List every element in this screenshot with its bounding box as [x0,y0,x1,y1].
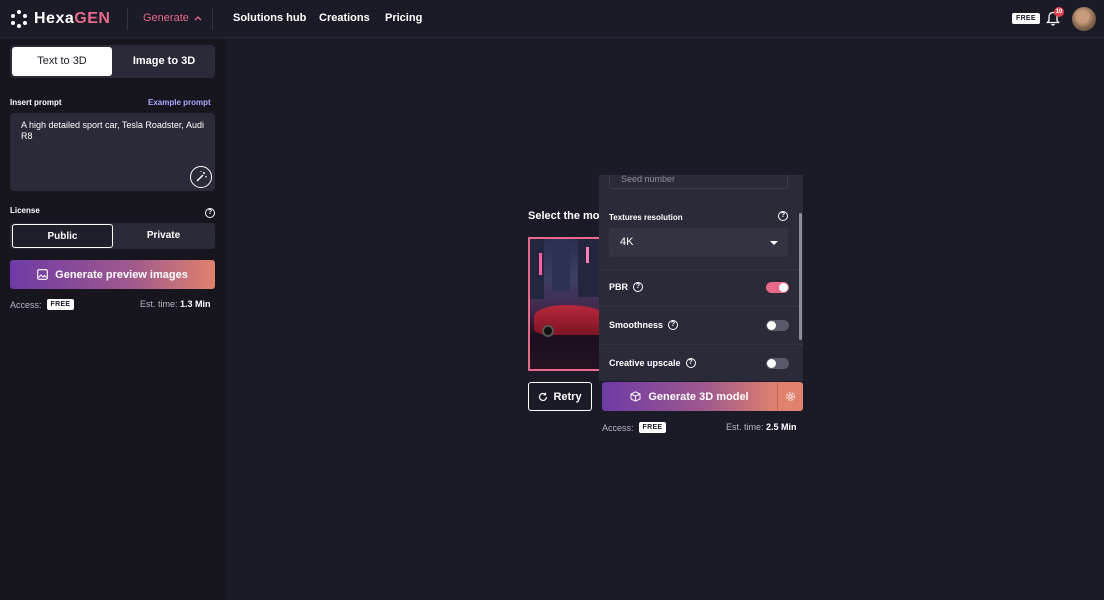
logo-wordmark-main: Hexa [34,10,75,27]
tab-image-to-3d[interactable]: Image to 3D [114,47,214,76]
model-estimated-time: Est. time: 2.5 Min [726,422,797,432]
est-value: 1.3 Min [180,299,211,309]
generation-settings-panel: Seed number Textures resolution ? 4K PBR… [599,175,803,381]
access-info: Access: FREE [10,299,75,310]
preview-image[interactable] [528,237,604,371]
generate-3d-model-button[interactable]: Generate 3D model [602,382,777,411]
pbr-label-group: PBR ? [609,282,644,292]
help-icon[interactable]: ? [633,282,644,292]
tab-text-to-3d[interactable]: Text to 3D [12,47,112,76]
sidebar-panel: Text to 3D Image to 3D Insert prompt Exa… [0,39,226,600]
help-icon[interactable]: ? [685,358,696,368]
generate-3d-label: Generate 3D model [648,390,749,403]
license-toggle: Public Private [10,223,215,249]
nav-generate-label: Generate [143,12,189,24]
est-label: Est. time: [140,299,178,309]
divider [599,344,803,345]
select-model-title: Select the mo [528,210,600,222]
model-access-badge: FREE [638,422,667,433]
estimated-time: Est. time: 1.3 Min [140,299,211,309]
image-detail [552,239,570,291]
magic-wand-button[interactable] [190,166,212,188]
help-icon[interactable]: ? [668,320,679,330]
nav-creations[interactable]: Creations [319,12,370,24]
prompt-label: Insert prompt [10,98,62,107]
generation-settings-button[interactable] [777,382,803,411]
creative-upscale-setting: Creative upscale ? [609,357,789,371]
retry-label: Retry [553,390,582,403]
toggle-knob [767,359,776,368]
model-est-label: Est. time: [726,422,764,432]
hexagen-logo[interactable]: Hexa GEN [10,9,110,29]
magic-wand-icon [196,171,207,182]
model-access-info: Access: FREE [602,422,667,433]
divider [599,269,803,270]
retry-button[interactable]: Retry [528,382,592,411]
logo-wordmark: Hexa GEN [34,10,110,28]
prompt-textarea[interactable]: A high detailed sport car, Tesla Roadste… [10,113,215,191]
nav-generate-menu[interactable]: Generate [143,12,202,24]
help-icon[interactable]: ? [778,211,788,221]
nav-pricing[interactable]: Pricing [385,12,422,24]
generate-preview-button[interactable]: Generate preview images [10,260,215,289]
nav-divider [212,8,213,30]
creative-upscale-label: Creative upscale [609,358,681,368]
example-prompt-link[interactable]: Example prompt [148,98,211,107]
nav-solutions-hub[interactable]: Solutions hub [233,12,306,24]
access-badge: FREE [46,299,75,310]
pbr-toggle[interactable] [766,282,789,293]
pbr-setting: PBR ? [609,281,789,295]
model-access-label: Access: [602,422,634,433]
gear-icon [786,392,795,401]
textures-resolution-value: 4K [620,236,634,248]
creative-upscale-label-group: Creative upscale ? [609,358,696,368]
toggle-knob [779,283,788,292]
smoothness-label: Smoothness [609,320,664,330]
generate-preview-label: Generate preview images [55,268,188,281]
generation-mode-tabs: Text to 3D Image to 3D [10,45,215,78]
plan-badge: FREE [1012,13,1040,24]
access-label: Access: [10,299,42,310]
image-detail [539,253,542,275]
help-icon[interactable]: ? [205,208,215,218]
model-est-value: 2.5 Min [766,422,797,432]
divider [599,306,803,307]
textures-resolution-label: Textures resolution [609,213,683,222]
nav-divider [127,8,128,30]
settings-panel-scrollbar[interactable] [799,213,802,340]
notification-count-badge: 10 [1054,7,1064,17]
license-private-option[interactable]: Private [113,224,214,248]
user-avatar[interactable] [1072,7,1096,31]
smoothness-label-group: Smoothness ? [609,320,679,330]
license-public-option[interactable]: Public [12,224,113,248]
chevron-up-icon [194,16,202,21]
toggle-knob [767,321,776,330]
pbr-label: PBR [609,282,629,292]
smoothness-toggle[interactable] [766,320,789,331]
hexagen-logo-icon [10,10,28,28]
license-label: License [10,206,40,215]
smoothness-setting: Smoothness ? [609,319,789,333]
image-detail [542,325,554,337]
image-icon [37,269,49,280]
cube-icon [630,391,641,402]
logo-wordmark-accent: GEN [74,10,111,27]
top-navigation-bar: Hexa GEN Generate Solutions hub Creations… [0,0,1104,38]
textures-resolution-select[interactable]: 4K [609,228,788,257]
refresh-icon [539,392,548,401]
seed-number-input[interactable]: Seed number [609,175,788,189]
creative-upscale-toggle[interactable] [766,358,789,369]
image-detail [586,247,589,263]
caret-down-icon [770,241,778,245]
